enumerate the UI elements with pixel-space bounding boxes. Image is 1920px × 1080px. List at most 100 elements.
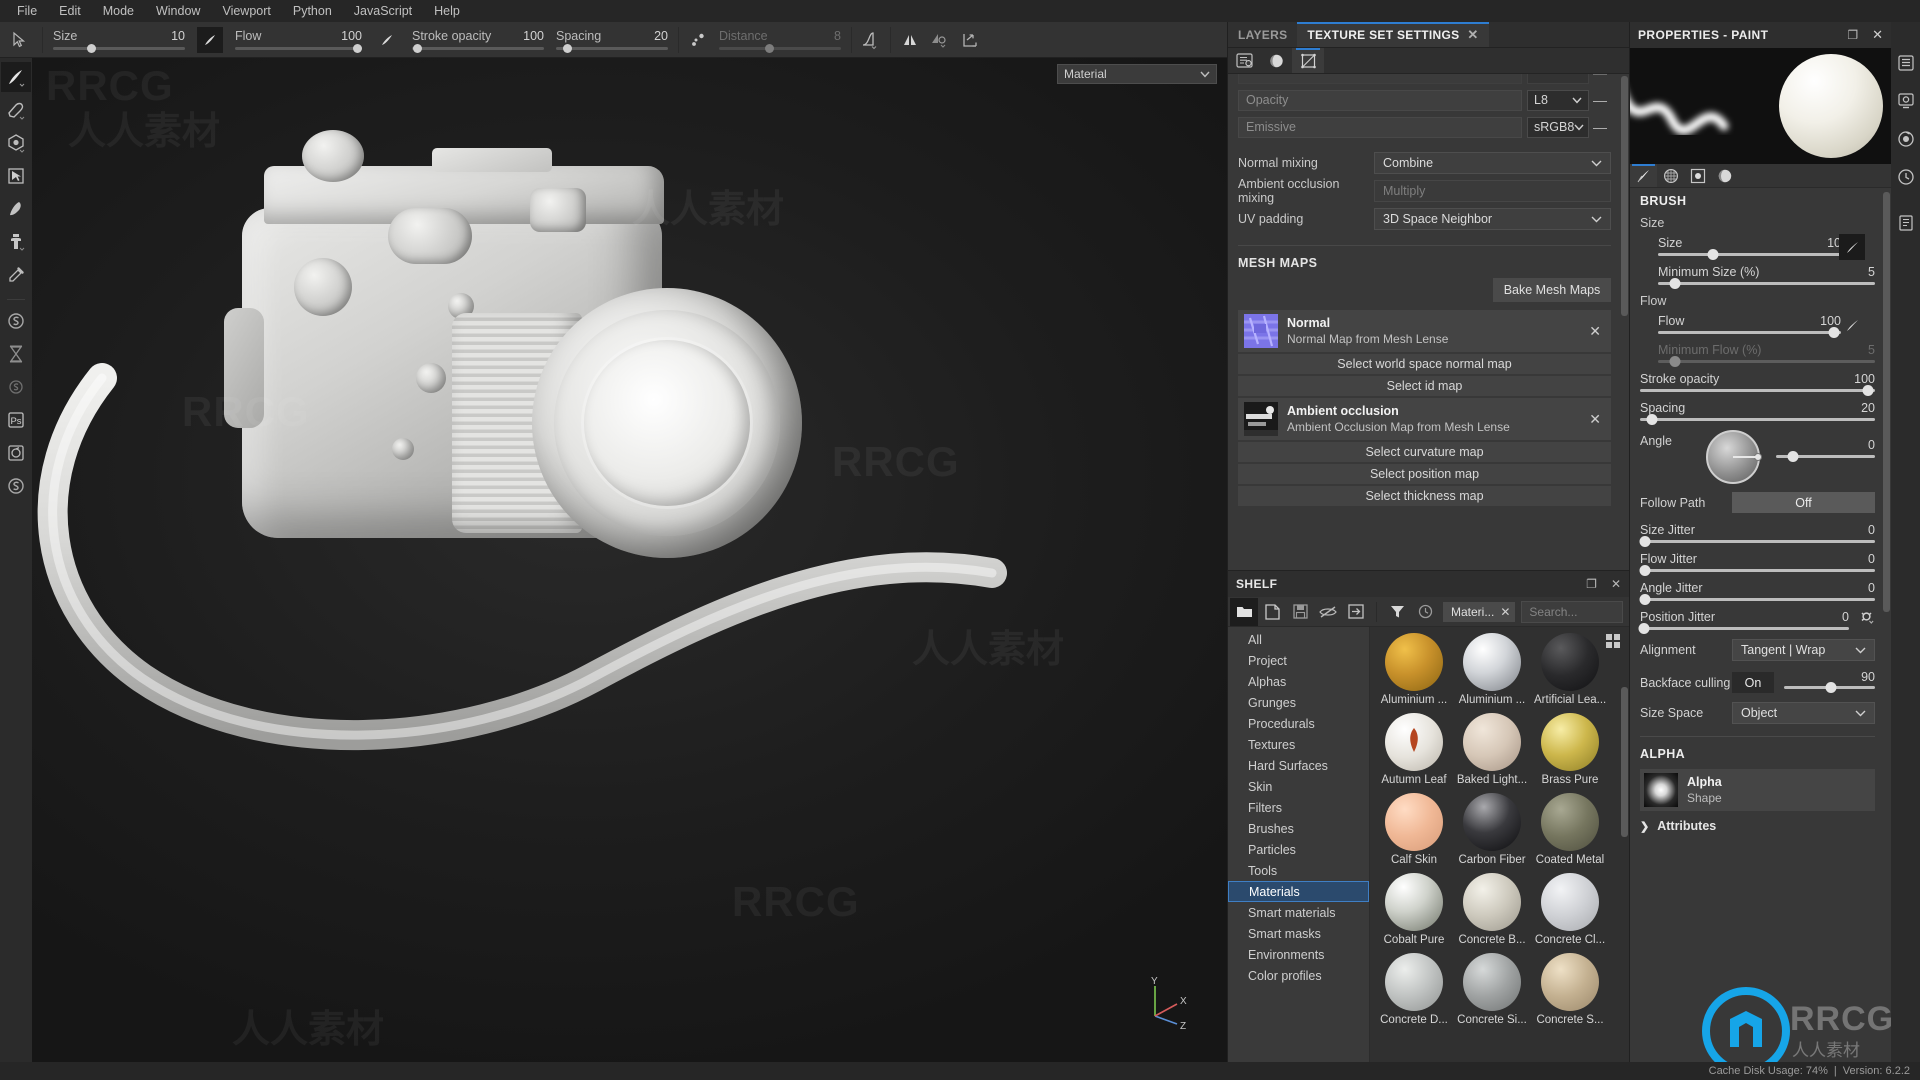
close-icon[interactable]: ✕ <box>1611 577 1621 591</box>
material-item[interactable]: Cobalt Pure <box>1378 873 1450 947</box>
toolbar-size-brush-chip[interactable] <box>197 26 223 53</box>
substance-effect-tool[interactable] <box>1 372 31 402</box>
material-item[interactable]: Autumn Leaf <box>1378 713 1450 787</box>
flow-jitter-slider[interactable] <box>1639 565 1875 576</box>
close-icon[interactable]: ✕ <box>1872 27 1883 43</box>
tab-layers[interactable]: LAYERS <box>1228 22 1298 47</box>
mesh-map-normal[interactable]: Normal Normal Map from Mesh Lense ✕ <box>1238 310 1611 352</box>
channel-opacity-remove[interactable]: — <box>1589 90 1611 111</box>
log-icon[interactable] <box>1893 210 1919 236</box>
close-icon[interactable]: ✕ <box>1467 27 1478 43</box>
tab-texture-set-settings[interactable]: TEXTURE SET SETTINGS ✕ <box>1297 22 1489 47</box>
select-curvature-map-button[interactable]: Select curvature map <box>1238 442 1611 462</box>
position-jitter-slider[interactable] <box>1638 623 1849 634</box>
alignment-dropdown[interactable]: Tangent | Wrap <box>1732 639 1875 661</box>
material-item[interactable]: Coated Metal <box>1534 793 1606 867</box>
angle-dial-handle[interactable] <box>1754 453 1762 461</box>
material-item[interactable]: Carbon Fiber <box>1456 793 1528 867</box>
material-preview-tab[interactable] <box>1711 164 1738 187</box>
toolbar-size-slider[interactable] <box>53 44 185 53</box>
brush-preview-tab[interactable] <box>1630 164 1657 187</box>
material-item[interactable]: Calf Skin <box>1378 793 1450 867</box>
hide-icon[interactable] <box>1314 598 1342 626</box>
toolbar-stroke-opacity-slider[interactable] <box>412 44 544 53</box>
list-icon[interactable] <box>1893 50 1919 76</box>
shelf-category-smart-masks[interactable]: Smart masks <box>1228 923 1369 944</box>
size-control[interactable]: Size 10 <box>1640 234 1875 260</box>
angle-slider[interactable] <box>1776 451 1875 462</box>
minimum-size-control[interactable]: Minimum Size (%) 5 <box>1640 265 1875 289</box>
menu-item-file[interactable]: File <box>6 0 48 22</box>
symmetry-icon[interactable] <box>895 25 925 55</box>
tiling-icon[interactable] <box>955 25 985 55</box>
texture-set-settings-icon[interactable] <box>1228 48 1260 73</box>
shelf-category-particles[interactable]: Particles <box>1228 839 1369 860</box>
float-icon[interactable]: ❐ <box>1847 28 1858 42</box>
shelf-category-color-profiles[interactable]: Color profiles <box>1228 965 1369 986</box>
toolbar-spacing-param[interactable]: Spacing 20 <box>552 22 672 58</box>
shelf-category-environments[interactable]: Environments <box>1228 944 1369 965</box>
clone-tool[interactable] <box>1 227 31 257</box>
attributes-row[interactable]: ❯ Attributes <box>1640 819 1875 833</box>
polygon-fill-tool[interactable] <box>1 161 31 191</box>
follow-path-row[interactable]: Follow Path Off <box>1640 492 1875 513</box>
axis-gizmo[interactable]: X Y Z <box>1137 974 1197 1034</box>
color-picker-tool[interactable] <box>1 260 31 290</box>
shader-settings-icon[interactable] <box>1260 48 1292 73</box>
flow-control[interactable]: Flow 100 <box>1640 314 1875 338</box>
material-item[interactable]: Artificial Lea... <box>1534 633 1606 707</box>
minimum-size-slider[interactable] <box>1658 278 1875 289</box>
channel-emissive-remove[interactable]: — <box>1589 117 1611 138</box>
material-item[interactable]: Concrete Si... <box>1456 953 1528 1027</box>
angle-dial-wrap[interactable] <box>1706 430 1762 484</box>
shelf-category-skin[interactable]: Skin <box>1228 776 1369 797</box>
alignment-row[interactable]: Alignment Tangent | Wrap <box>1640 639 1875 661</box>
toolbar-flow-slider[interactable] <box>235 44 363 53</box>
shelf-category-smart-materials[interactable]: Smart materials <box>1228 902 1369 923</box>
select-position-map-button[interactable]: Select position map <box>1238 464 1611 484</box>
shelf-category-brushes[interactable]: Brushes <box>1228 818 1369 839</box>
shelf-search-input[interactable]: Search... <box>1521 600 1623 623</box>
shelf-material-grid[interactable]: Aluminium ... Aluminium ... Artificial L… <box>1370 627 1629 1062</box>
clock-icon[interactable] <box>1411 598 1439 626</box>
filter-icon[interactable] <box>1383 598 1411 626</box>
channel-remove-partial[interactable]: — <box>1589 74 1611 84</box>
eraser-tool[interactable] <box>1 95 31 125</box>
stroke-opacity-slider[interactable] <box>1640 385 1875 396</box>
select-id-map-button[interactable]: Select id map <box>1238 376 1611 396</box>
smudge-tool[interactable] <box>1 194 31 224</box>
alpha-card[interactable]: Alpha Shape <box>1640 769 1875 811</box>
flow-jitter-control[interactable]: Flow Jitter 0 <box>1639 552 1875 576</box>
material-item[interactable]: Concrete B... <box>1456 873 1528 947</box>
shelf-category-alphas[interactable]: Alphas <box>1228 671 1369 692</box>
hourglass-tool[interactable] <box>1 339 31 369</box>
paint-brush-tool[interactable] <box>1 62 31 92</box>
spacing-control[interactable]: Spacing 20 <box>1640 401 1875 425</box>
material-item[interactable]: Brass Pure <box>1534 713 1606 787</box>
iray-render-icon[interactable] <box>1893 126 1919 152</box>
new-file-icon[interactable] <box>1258 598 1286 626</box>
toolbar-stroke-opacity-param[interactable]: Stroke opacity 100 <box>408 22 548 58</box>
brush-falloff-icon[interactable] <box>856 25 886 55</box>
viewport-canvas[interactable]: RRCG 人人素材 RRCG 人人素材 RRCG 人人素材 RRCG 人人素材 … <box>32 58 1227 1062</box>
properties-scrollbar[interactable] <box>1883 192 1890 612</box>
shelf-category-all[interactable]: All <box>1228 629 1369 650</box>
material-item[interactable]: Aluminium ... <box>1456 633 1528 707</box>
shelf-category-procedurals[interactable]: Procedurals <box>1228 713 1369 734</box>
history-icon[interactable] <box>1893 164 1919 190</box>
shelf-category-tools[interactable]: Tools <box>1228 860 1369 881</box>
angle-dial[interactable] <box>1706 430 1762 484</box>
uv-padding-dropdown[interactable]: 3D Space Neighbor <box>1374 208 1611 230</box>
flow-pressure-chip[interactable] <box>1839 312 1865 338</box>
angle-jitter-slider[interactable] <box>1639 594 1875 605</box>
channel-emissive-format[interactable]: sRGB8 <box>1527 116 1589 138</box>
spacing-slider[interactable] <box>1640 414 1875 425</box>
substance-material-tool[interactable] <box>1 306 31 336</box>
bake-mesh-maps-button[interactable]: Bake Mesh Maps <box>1493 278 1611 302</box>
restore-icon[interactable]: ❐ <box>1586 577 1597 591</box>
channel-opacity-format[interactable]: L8 <box>1527 89 1589 111</box>
size-slider[interactable] <box>1658 249 1841 260</box>
close-icon[interactable]: ✕ <box>1589 411 1601 428</box>
uv-settings-icon[interactable] <box>1292 48 1324 73</box>
shelf-category-textures[interactable]: Textures <box>1228 734 1369 755</box>
